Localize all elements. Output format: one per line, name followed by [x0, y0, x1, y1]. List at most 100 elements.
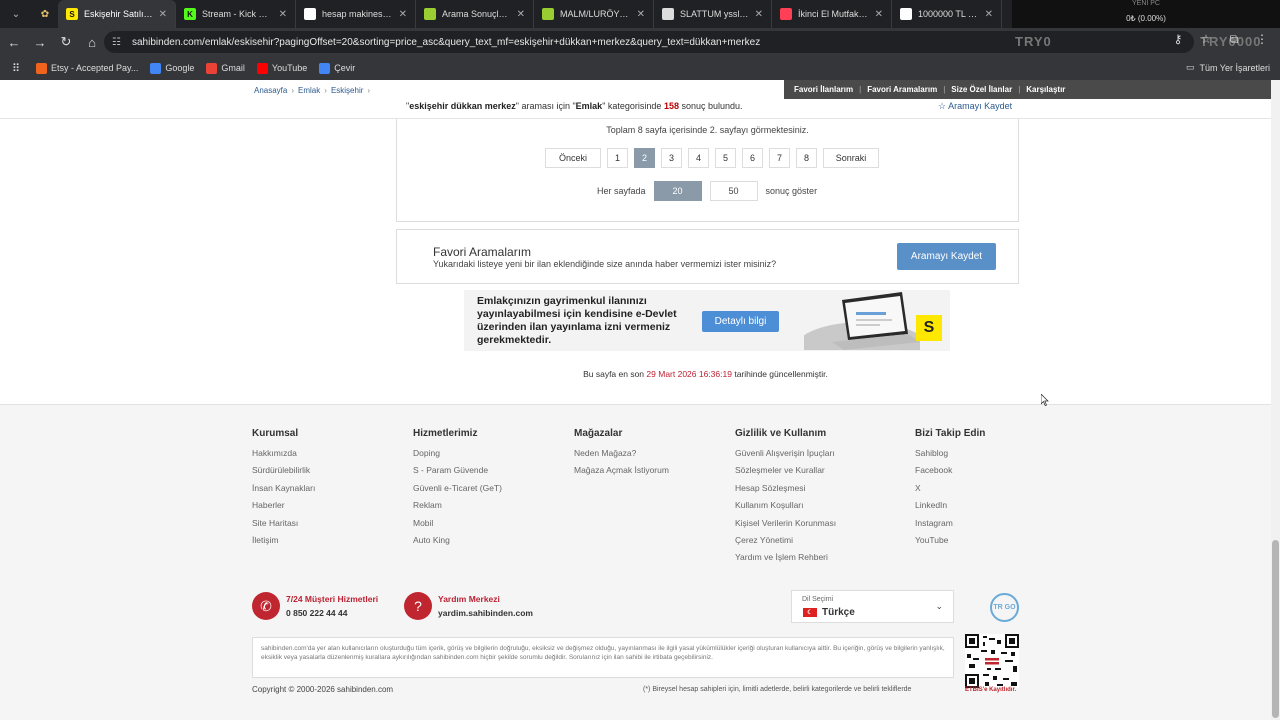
banner-details-button[interactable]: Detaylı bilgi	[702, 311, 779, 332]
browser-tab[interactable]: MALM/LURÖY beya ✕	[534, 0, 654, 28]
apps-grid-icon[interactable]: ⠿	[4, 56, 28, 80]
scrollbar-thumb[interactable]	[1272, 540, 1279, 718]
save-search-label: Aramayı Kaydet	[948, 101, 1013, 111]
per-page-50[interactable]: 50	[709, 181, 758, 201]
topnav-compare[interactable]: Karşılaştır	[1026, 85, 1065, 94]
reload-icon[interactable]: ↻	[54, 30, 78, 54]
favorite-searches-box: Favori Aramalarım Yukarıdaki listeye yen…	[396, 229, 1019, 284]
footer-link[interactable]: Güvenli Alışverişin İpuçları	[735, 448, 836, 465]
footer-link[interactable]: Mağaza Açmak İstiyorum	[574, 465, 669, 482]
breadcrumb-emlak[interactable]: Emlak	[298, 86, 320, 95]
page-number-button[interactable]: 4	[688, 148, 709, 168]
footer-link[interactable]: Kişisel Verilerin Korunması	[735, 518, 836, 535]
browser-tab[interactable]: Arama Sonuçları | İK ✕	[416, 0, 534, 28]
back-icon[interactable]: ←	[2, 30, 26, 54]
close-tab-icon[interactable]: ✕	[399, 9, 407, 20]
bookmark-item[interactable]: Çevir	[319, 62, 355, 74]
close-tab-icon[interactable]: ✕	[517, 9, 525, 20]
close-tab-icon[interactable]: ✕	[637, 9, 645, 20]
page-number-button[interactable]: 3	[661, 148, 682, 168]
topnav-favorite-searches[interactable]: Favori Aramalarım	[867, 85, 937, 94]
topnav-favorite-listings[interactable]: Favori İlanlarım	[794, 85, 853, 94]
browser-tab[interactable]: hesap makinesi - Go ✕	[296, 0, 416, 28]
edevlet-banner[interactable]: Emlakçınızın gayrimenkul ilanınızı yayın…	[464, 290, 950, 351]
footer-link[interactable]: Sahiblog	[915, 448, 985, 465]
page-number-button[interactable]: 6	[742, 148, 763, 168]
footer-link[interactable]: Neden Mağaza?	[574, 448, 669, 465]
footer-column-title: Hizmetlerimiz	[413, 428, 478, 439]
bookmark-item[interactable]: YouTube	[256, 62, 307, 74]
tab-group-icon[interactable]: ✿	[32, 4, 58, 24]
bookmark-item[interactable]: Gmail	[206, 62, 245, 74]
save-search-button[interactable]: Aramayı Kaydet	[897, 243, 996, 270]
home-icon[interactable]: ⌂	[80, 30, 104, 54]
browser-tab[interactable]: İkinci El Mutfak Ma ✕	[772, 0, 892, 28]
footer-link[interactable]: Kullanım Koşulları	[735, 500, 836, 517]
footer-link[interactable]: İletişim	[252, 535, 315, 552]
etbis-qr-code[interactable]	[965, 634, 1019, 688]
bookmark-star-icon[interactable]: ☆	[1196, 32, 1216, 47]
bookmark-item[interactable]: Etsy - Accepted Pay...	[36, 62, 138, 74]
footer-link[interactable]: S - Param Güvende	[413, 465, 502, 482]
all-bookmarks[interactable]: ▭ Tüm Yer İşaretleri	[1186, 62, 1270, 73]
footer-link[interactable]: Instagram	[915, 518, 985, 535]
footer-link[interactable]: Hakkımızda	[252, 448, 315, 465]
extensions-icon[interactable]: ⧉	[1224, 32, 1244, 47]
footer-link[interactable]: Facebook	[915, 465, 985, 482]
forward-icon[interactable]: →	[28, 30, 52, 54]
footer-link[interactable]: X	[915, 483, 985, 500]
page-number-button[interactable]: 8	[796, 148, 817, 168]
bookmark-item[interactable]: Google	[150, 62, 194, 74]
close-tab-icon[interactable]: ✕	[755, 9, 763, 20]
footer-link[interactable]: Auto King	[413, 535, 502, 552]
footer-link[interactable]: Çerez Yönetimi	[735, 535, 836, 552]
footer-link[interactable]: LinkedIn	[915, 500, 985, 517]
close-tab-icon[interactable]: ✕	[279, 9, 287, 20]
tab-search-icon[interactable]: ⌄	[3, 4, 29, 24]
footer-note: (*) Bireysel hesap sahipleri için, limit…	[643, 686, 912, 693]
browser-tab[interactable]: K Stream - Kick Dashb ✕	[176, 0, 296, 28]
footer-link[interactable]: İnsan Kaynakları	[252, 483, 315, 500]
next-page-button[interactable]: Sonraki	[823, 148, 879, 168]
page-number-button[interactable]: 1	[607, 148, 628, 168]
language-select[interactable]: Dil Seçimi ☾ Türkçe ⌄	[791, 590, 954, 623]
last-updated: Bu sayfa en son 29 Mart 2026 16:36:19 ta…	[583, 369, 828, 379]
footer-link[interactable]: Güvenli e-Ticaret (GeT)	[413, 483, 502, 500]
footer-link[interactable]: Mobil	[413, 518, 502, 535]
footer-link[interactable]: Sürdürülebilirlik	[252, 465, 315, 482]
footer-link[interactable]: YouTube	[915, 535, 985, 552]
per-page-20[interactable]: 20	[653, 181, 702, 201]
password-key-icon[interactable]: ⚷	[1168, 32, 1188, 47]
customer-service[interactable]: ✆ 7/24 Müşteri Hizmetleri 0 850 222 44 4…	[252, 592, 378, 620]
footer-link[interactable]: Yardım ve İşlem Rehberi	[735, 552, 836, 569]
footer-column: Kurumsal Hakkımızda Sürdürülebilirlik İnsan…	[252, 428, 315, 552]
footer-link[interactable]: Doping	[413, 448, 502, 465]
result-summary: "eskişehir dükkan merkez" araması için "…	[406, 101, 743, 111]
save-search-link[interactable]: ☆ Aramayı Kaydet	[938, 101, 1012, 112]
language-label: Dil Seçimi	[802, 596, 834, 603]
topnav-special-listings[interactable]: Size Özel İlanlar	[951, 85, 1012, 94]
page-number-button[interactable]: 2	[634, 148, 655, 168]
page-number-button[interactable]: 7	[769, 148, 790, 168]
page-number-button[interactable]: 5	[715, 148, 736, 168]
footer-link[interactable]: Haberler	[252, 500, 315, 517]
breadcrumb-home[interactable]: Anasayfa	[254, 86, 287, 95]
close-tab-icon[interactable]: ✕	[985, 9, 993, 20]
menu-icon[interactable]: ⋮	[1252, 32, 1272, 47]
footer-link[interactable]: Site Haritası	[252, 518, 315, 535]
help-center[interactable]: ? Yardım Merkezi yardim.sahibinden.com	[404, 592, 533, 620]
browser-tab[interactable]: SLATTUM yssle koy ✕	[654, 0, 772, 28]
close-tab-icon[interactable]: ✕	[875, 9, 883, 20]
footer-link[interactable]: Sözleşmeler ve Kurallar	[735, 465, 836, 482]
scrollbar[interactable]	[1271, 80, 1280, 720]
browser-tab[interactable]: 1000000 TL 12 Ay Va ✕	[892, 0, 1002, 28]
footer-link[interactable]: Reklam	[413, 500, 502, 517]
site-info-icon[interactable]: ☷	[112, 37, 124, 48]
close-tab-icon[interactable]: ✕	[159, 9, 167, 20]
prev-page-button[interactable]: Önceki	[545, 148, 601, 168]
trgo-badge[interactable]: TR GO	[990, 593, 1019, 622]
footer-link[interactable]: Hesap Sözleşmesi	[735, 483, 836, 500]
breadcrumb-eskisehir[interactable]: Eskişehir	[331, 86, 363, 95]
sahibinden-logo: S	[916, 315, 942, 341]
browser-tab[interactable]: S Eskişehir Satılık, Kira ✕	[58, 0, 176, 28]
